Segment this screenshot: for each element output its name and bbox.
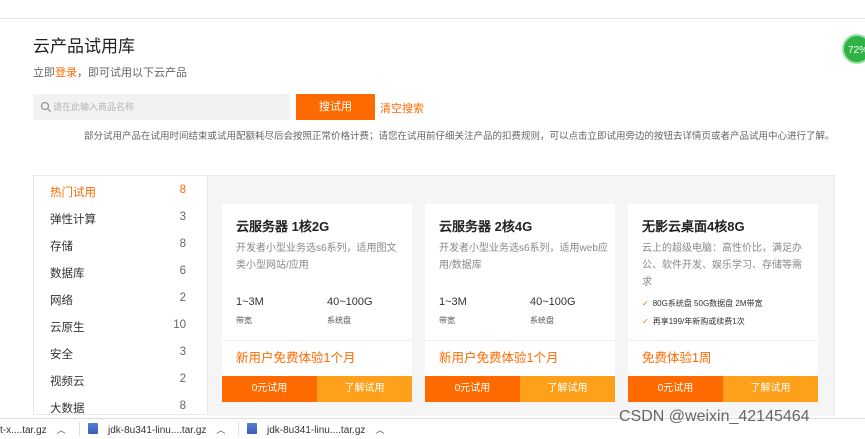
download-filename: jdk-8u341-linu....tar.gz — [267, 425, 366, 436]
trial-notice: 部分试用产品在试用时间结束或试用配额耗尽后会按照正常价格计费；请您在试用前仔细关… — [84, 131, 835, 142]
chevron-up-icon[interactable]: ︿ — [216, 425, 225, 435]
sidebar-item-elastic-compute[interactable]: 弹性计算 3 — [50, 211, 186, 231]
progress-badge[interactable]: 72% — [842, 34, 865, 64]
card-title: 云服务器 2核4G — [439, 219, 533, 234]
learn-trial-button[interactable]: 了解试用 — [723, 376, 818, 402]
card-feature: ✓ 80G系统盘 50G数据盘 2M带宽 — [642, 298, 763, 309]
product-card: 无影云桌面4核8G 云上的超级电脑：高性价比，满足办公、软件开发、娱乐学习、存储… — [628, 204, 818, 402]
learn-trial-button[interactable]: 了解试用 — [520, 376, 615, 402]
sidebar-item-label: 弹性计算 — [50, 214, 96, 226]
card-promo: 新用户免费体验1个月 — [236, 351, 356, 365]
sidebar-item-network[interactable]: 网络 2 — [50, 292, 186, 312]
check-icon: ✓ — [642, 317, 649, 326]
sidebar-item-database[interactable]: 数据库 6 — [50, 265, 186, 285]
download-separator — [238, 422, 239, 436]
search-button[interactable]: 搜试用 — [296, 94, 375, 120]
card-title: 无影云桌面4核8G — [642, 219, 745, 234]
sidebar-item-count: 10 — [173, 319, 186, 331]
sidebar-item-label: 存储 — [50, 241, 73, 253]
feature-text: 80G系统盘 50G数据盘 2M带宽 — [652, 299, 763, 308]
download-item[interactable]: jdk-8u341-linu....tar.gz ︿ — [247, 423, 384, 436]
sidebar-item-label: 安全 — [50, 349, 73, 361]
spec-bandwidth-label: 带宽 — [439, 316, 455, 325]
card-feature: ✓ 再享199/年新购或续费1次 — [642, 316, 745, 327]
spec-disk-label: 系统盘 — [530, 316, 554, 325]
sidebar-item-label: 网络 — [50, 295, 73, 307]
card-description: 云上的超级电脑：高性价比，满足办公、软件开发、娱乐学习、存储等需求 — [642, 243, 802, 288]
search-input[interactable] — [53, 94, 283, 120]
sidebar-item-cloud-native[interactable]: 云原生 10 — [50, 319, 186, 339]
card-title: 云服务器 1核2G — [236, 219, 330, 234]
login-prompt-prefix: 立即 — [33, 67, 55, 79]
chevron-up-icon[interactable]: ︿ — [375, 425, 384, 435]
spec-bandwidth-label: 带宽 — [236, 316, 252, 325]
spec-disk-label: 系统盘 — [327, 316, 351, 325]
sidebar-item-label: 大数据 — [50, 403, 85, 415]
card-promo: 免费体验1周 — [642, 351, 712, 365]
spec-bandwidth-value: 1~3M — [439, 296, 467, 308]
sidebar-item-label: 数据库 — [50, 268, 85, 280]
category-sidebar: 热门试用 8 弹性计算 3 存储 8 数据库 6 网络 2 云原生 10 安全 3 视频云 2 … — [33, 175, 208, 415]
csdn-watermark: CSDN @weixin_42145464 — [619, 408, 810, 425]
sidebar-item-count: 3 — [179, 211, 186, 223]
learn-trial-button[interactable]: 了解试用 — [317, 376, 412, 402]
product-card: 云服务器 1核2G 开发者小型业务选s6系列，适用图文类小型网站/应用 1~3M… — [222, 204, 412, 402]
sidebar-item-security[interactable]: 安全 3 — [50, 346, 186, 366]
product-card: 云服务器 2核4G 开发者小型业务选s6系列，适用web应用/数据库 1~3M … — [425, 204, 615, 402]
feature-text: 再享199/年新购或续费1次 — [652, 317, 745, 326]
free-trial-button[interactable]: 0元试用 — [425, 376, 520, 402]
login-prompt: 立即登录，即可试用以下云产品 — [33, 64, 187, 80]
spec-disk-value: 40~100G — [530, 296, 576, 308]
archive-file-icon — [247, 423, 257, 434]
clear-search-link[interactable]: 清空搜索 — [380, 100, 424, 116]
spec-bandwidth-value: 1~3M — [236, 296, 264, 308]
download-filename: t-x....tar.gz — [0, 425, 47, 436]
check-icon: ✓ — [642, 299, 649, 308]
card-divider — [628, 340, 818, 341]
download-item[interactable]: t-x....tar.gz ︿ — [0, 423, 66, 436]
sidebar-item-count: 8 — [179, 238, 186, 250]
login-link[interactable]: 登录 — [55, 67, 77, 79]
sidebar-item-hot[interactable]: 热门试用 8 — [50, 184, 186, 204]
page-title: 云产品试用库 — [33, 37, 135, 56]
sidebar-item-count: 8 — [179, 184, 186, 196]
card-promo: 新用户免费体验1个月 — [439, 351, 559, 365]
card-divider — [425, 340, 615, 341]
card-description: 开发者小型业务选s6系列，适用web应用/数据库 — [439, 243, 608, 271]
card-description: 开发者小型业务选s6系列，适用图文类小型网站/应用 — [236, 243, 397, 271]
sidebar-item-count: 8 — [179, 400, 186, 412]
sidebar-item-count: 3 — [179, 346, 186, 358]
sidebar-item-label: 云原生 — [50, 322, 85, 334]
sidebar-item-label: 视频云 — [50, 376, 85, 388]
download-item[interactable]: jdk-8u341-linu....tar.gz ︿ — [88, 423, 225, 436]
chevron-up-icon[interactable]: ︿ — [57, 425, 66, 435]
sidebar-item-count: 2 — [179, 373, 186, 385]
sidebar-item-count: 6 — [179, 265, 186, 277]
download-filename: jdk-8u341-linu....tar.gz — [108, 425, 207, 436]
sidebar-item-big-data[interactable]: 大数据 8 — [50, 400, 186, 420]
free-trial-button[interactable]: 0元试用 — [222, 376, 317, 402]
archive-file-icon — [88, 423, 98, 434]
sidebar-item-count: 2 — [179, 292, 186, 304]
spec-disk-value: 40~100G — [327, 296, 373, 308]
sidebar-item-label: 热门试用 — [50, 187, 96, 199]
search-icon — [40, 101, 51, 112]
search-box[interactable] — [33, 94, 290, 120]
top-divider — [0, 18, 865, 19]
sidebar-item-video-cloud[interactable]: 视频云 2 — [50, 373, 186, 393]
card-divider — [222, 340, 412, 341]
login-prompt-suffix: ，即可试用以下云产品 — [77, 67, 187, 79]
sidebar-item-storage[interactable]: 存储 8 — [50, 238, 186, 258]
free-trial-button[interactable]: 0元试用 — [628, 376, 723, 402]
download-separator — [79, 422, 80, 436]
